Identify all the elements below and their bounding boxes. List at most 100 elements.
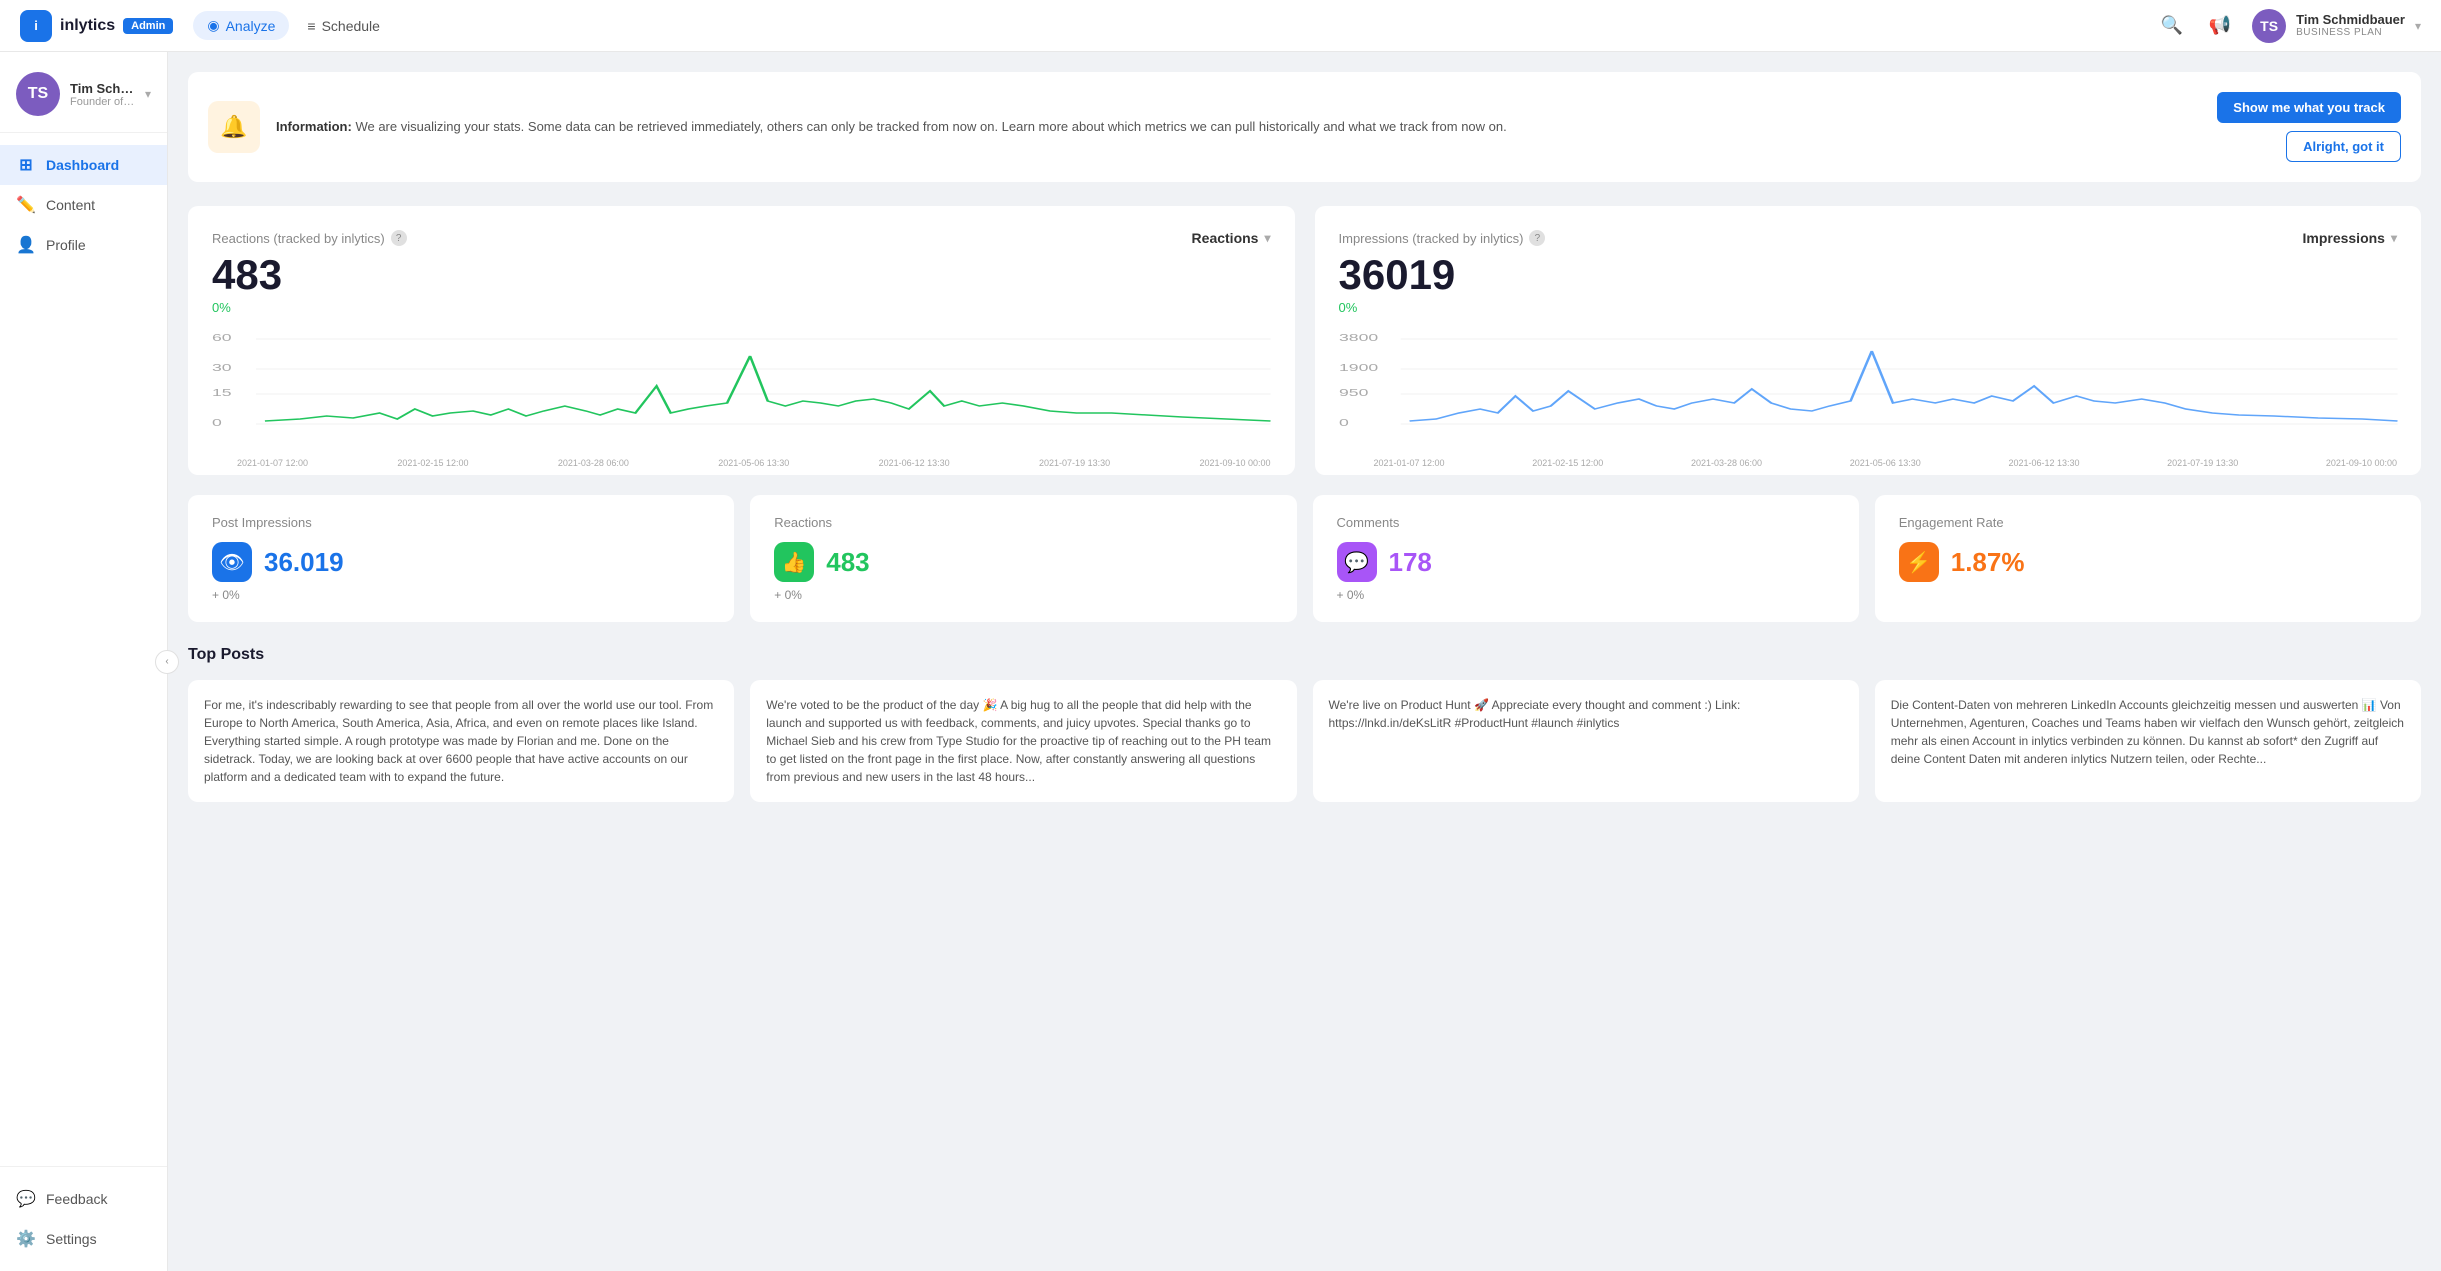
sidebar-user-info: Tim Schmidbauer Founder of inlyti... (70, 81, 135, 108)
svg-text:950: 950 (1339, 388, 1368, 399)
svg-text:15: 15 (212, 388, 232, 399)
topnav-user[interactable]: TS Tim Schmidbauer BUSINESS PLAN ▾ (2252, 9, 2421, 43)
svg-text:3800: 3800 (1339, 333, 1378, 344)
svg-text:0: 0 (212, 418, 222, 429)
show-track-button[interactable]: Show me what you track (2217, 92, 2401, 123)
topnav-nav: ◉ Analyze ≡ Schedule (193, 11, 394, 40)
app-logo-icon: i (20, 10, 52, 42)
impressions-chart-area: 3800 1900 950 0 2021-01-07 12:00 2021-02… (1339, 331, 2398, 451)
settings-icon: ⚙️ (16, 1229, 36, 1249)
stat-impressions-value: 36.019 (264, 547, 344, 578)
impressions-value: 36019 (1339, 252, 2398, 298)
stat-comments-icon: 💬 (1337, 542, 1377, 582)
svg-text:60: 60 (212, 333, 232, 344)
impressions-chart-header: Impressions (tracked by inlytics) ? Impr… (1339, 230, 2398, 246)
post-card-1: We're voted to be the product of the day… (750, 680, 1296, 802)
sidebar-user: TS Tim Schmidbauer Founder of inlyti... … (0, 52, 167, 133)
profile-icon: 👤 (16, 235, 36, 255)
top-posts-title: Top Posts (188, 646, 2421, 664)
impressions-chart-card: Impressions (tracked by inlytics) ? Impr… (1315, 206, 2422, 475)
admin-badge: Admin (123, 18, 173, 34)
info-body: We are visualizing your stats. Some data… (355, 119, 1506, 134)
alright-button[interactable]: Alright, got it (2286, 131, 2401, 162)
topnav: i inlytics Admin ◉ Analyze ≡ Schedule 🔍 … (0, 0, 2441, 52)
sidebar: TS Tim Schmidbauer Founder of inlyti... … (0, 52, 168, 1271)
stat-engagement-title: Engagement Rate (1899, 515, 2397, 530)
info-bell-icon: 🔔 (220, 114, 247, 140)
stat-reactions-row: 👍 483 (774, 542, 1272, 582)
reactions-chart-area: 60 30 15 0 2021-01-07 12:00 2021-02-15 1… (212, 331, 1271, 451)
topnav-user-info: Tim Schmidbauer BUSINESS PLAN (2296, 12, 2405, 40)
reactions-pct: 0% (212, 300, 1271, 315)
stat-impressions-row: 👁 36.019 (212, 542, 710, 582)
reactions-type-label: Reactions ▾ (1192, 230, 1271, 246)
sidebar-item-content-label: Content (46, 197, 95, 213)
sidebar-item-feedback[interactable]: 💬 Feedback (0, 1179, 167, 1219)
dashboard-icon: ⊞ (16, 155, 36, 175)
sidebar-bottom: 💬 Feedback ⚙️ Settings (0, 1166, 167, 1271)
content-icon: ✏️ (16, 195, 36, 215)
stat-comments-row: 💬 178 (1337, 542, 1835, 582)
post-card-2: We're live on Product Hunt 🚀 Appreciate … (1313, 680, 1859, 802)
stat-card-engagement: Engagement Rate ⚡ 1.87% (1875, 495, 2421, 622)
info-icon: 🔔 (208, 101, 260, 153)
topnav-avatar: TS (2252, 9, 2286, 43)
stat-impressions-icon: 👁 (212, 542, 252, 582)
topnav-user-name: Tim Schmidbauer (2296, 12, 2405, 28)
stat-reactions-value: 483 (826, 547, 869, 578)
stats-grid: Post Impressions 👁 36.019 + 0% Reactions… (188, 495, 2421, 622)
svg-text:30: 30 (212, 363, 232, 374)
stat-comments-change: + 0% (1337, 588, 1835, 602)
charts-grid: Reactions (tracked by inlytics) ? Reacti… (188, 206, 2421, 475)
nav-schedule[interactable]: ≡ Schedule (293, 11, 394, 40)
nav-analyze-label: Analyze (226, 18, 276, 34)
impressions-chart-label: Impressions (tracked by inlytics) ? (1339, 230, 1546, 246)
user-chevron-icon: ▾ (2415, 19, 2421, 33)
stat-engagement-row: ⚡ 1.87% (1899, 542, 2397, 582)
impressions-type-label: Impressions ▾ (2302, 230, 2397, 246)
impressions-pct: 0% (1339, 300, 2398, 315)
info-label: Information: (276, 119, 352, 134)
main-content: 🔔 Information: We are visualizing your s… (168, 52, 2441, 1271)
stat-comments-value: 178 (1389, 547, 1432, 578)
topnav-logo: i inlytics Admin (20, 10, 173, 42)
topnav-user-plan: BUSINESS PLAN (2296, 27, 2405, 39)
sidebar-item-profile-label: Profile (46, 237, 86, 253)
stat-reactions-title: Reactions (774, 515, 1272, 530)
sidebar-avatar: TS (16, 72, 60, 116)
reactions-chart-card: Reactions (tracked by inlytics) ? Reacti… (188, 206, 1295, 475)
svg-text:1900: 1900 (1339, 363, 1378, 374)
schedule-icon: ≡ (307, 18, 315, 34)
sidebar-item-settings[interactable]: ⚙️ Settings (0, 1219, 167, 1259)
sidebar-item-dashboard[interactable]: ⊞ Dashboard (0, 145, 167, 185)
stat-engagement-value: 1.87% (1951, 547, 2025, 578)
analyze-icon: ◉ (207, 17, 219, 34)
sidebar-collapse-button[interactable]: ‹ (155, 650, 179, 674)
reactions-chart-label: Reactions (tracked by inlytics) ? (212, 230, 407, 246)
post-card-3: Die Content-Daten von mehreren LinkedIn … (1875, 680, 2421, 802)
sidebar-item-profile[interactable]: 👤 Profile (0, 225, 167, 265)
info-banner: 🔔 Information: We are visualizing your s… (188, 72, 2421, 182)
svg-text:0: 0 (1339, 418, 1349, 429)
sidebar-user-chevron-icon[interactable]: ▾ (145, 87, 151, 101)
reactions-dropdown-icon[interactable]: ▾ (1264, 231, 1270, 245)
impressions-dropdown-icon[interactable]: ▾ (2391, 231, 2397, 245)
stat-reactions-change: + 0% (774, 588, 1272, 602)
sidebar-item-feedback-label: Feedback (46, 1191, 107, 1207)
notification-icon-btn[interactable]: 📢 (2204, 10, 2236, 42)
sidebar-user-subtitle: Founder of inlyti... (70, 96, 135, 108)
search-icon-btn[interactable]: 🔍 (2156, 10, 2188, 42)
info-actions: Show me what you track Alright, got it (2217, 92, 2401, 162)
stat-card-comments: Comments 💬 178 + 0% (1313, 495, 1859, 622)
stat-card-reactions: Reactions 👍 483 + 0% (750, 495, 1296, 622)
topnav-icons: 🔍 📢 TS Tim Schmidbauer BUSINESS PLAN ▾ (2156, 9, 2421, 43)
info-text: Information: We are visualizing your sta… (276, 117, 2201, 137)
sidebar-item-dashboard-label: Dashboard (46, 157, 119, 173)
sidebar-item-settings-label: Settings (46, 1231, 97, 1247)
feedback-icon: 💬 (16, 1189, 36, 1209)
impressions-info-icon[interactable]: ? (1529, 230, 1545, 246)
app-logo-text: inlytics (60, 17, 115, 35)
sidebar-item-content[interactable]: ✏️ Content (0, 185, 167, 225)
nav-analyze[interactable]: ◉ Analyze (193, 11, 289, 40)
reactions-info-icon[interactable]: ? (391, 230, 407, 246)
